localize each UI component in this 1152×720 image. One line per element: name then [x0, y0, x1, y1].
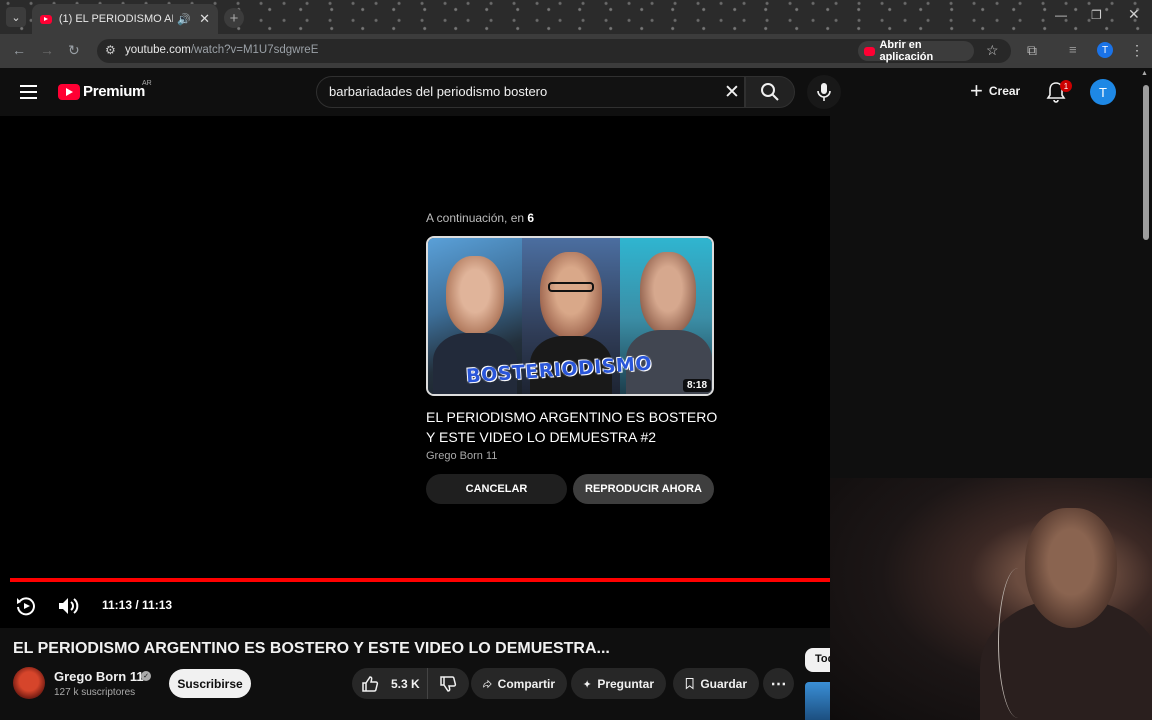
play-now-button[interactable]: REPRODUCIR AHORA: [573, 474, 714, 504]
like-dislike-group: 5.3 K: [352, 668, 469, 699]
thumbs-up-icon: [362, 675, 379, 692]
speaker-icon[interactable]: 🔊: [177, 13, 191, 26]
ask-label: Preguntar: [597, 676, 654, 691]
microphone-icon: [817, 83, 831, 101]
share-arrow-icon: [483, 679, 492, 688]
like-count: 5.3 K: [391, 676, 420, 691]
clear-search-icon[interactable]: ✕: [724, 81, 740, 104]
cancel-autoplay-button[interactable]: CANCELAR: [426, 474, 567, 504]
bookmark-icon: [685, 678, 694, 690]
save-label: Guardar: [700, 676, 747, 691]
plus-icon: +: [970, 78, 983, 103]
subscribe-button[interactable]: Suscribirse: [169, 669, 251, 698]
video-progress-bar[interactable]: [10, 578, 830, 582]
related-video-thumbnail[interactable]: [805, 682, 831, 720]
up-next-title[interactable]: EL PERIODISMO ARGENTINO ES BOSTERO Y EST…: [426, 407, 726, 447]
dislike-button[interactable]: [428, 668, 468, 699]
browser-tab-active[interactable]: (1) EL PERIODISMO ARGENTINO ES BOSTERO Y…: [32, 4, 218, 34]
search-query-text[interactable]: barbariadades del periodismo bostero: [329, 84, 547, 99]
save-button[interactable]: Guardar: [673, 668, 759, 699]
bookmark-star-icon[interactable]: ☆: [986, 42, 999, 59]
up-next-label: A continuación, en: [426, 211, 525, 225]
time-display: 11:13 / 11:13: [102, 598, 173, 612]
more-actions-icon[interactable]: ⋯: [763, 668, 794, 699]
close-window-icon[interactable]: ✕: [1128, 6, 1140, 23]
thumbs-down-icon: [440, 675, 457, 692]
search-button[interactable]: [745, 76, 795, 108]
verified-check-icon: ✓: [141, 671, 151, 681]
subscriber-count: 127 k suscriptores: [54, 687, 136, 698]
up-next-channel[interactable]: Grego Born 11: [426, 450, 497, 462]
url-host: youtube.com: [125, 44, 191, 56]
back-arrow-icon[interactable]: ←: [12, 42, 26, 58]
volume-button[interactable]: [57, 596, 79, 621]
tab-search-button[interactable]: ⌄: [6, 7, 26, 27]
country-code: AR: [142, 80, 152, 87]
notification-badge: 1: [1060, 80, 1072, 92]
scrollbar-thumb[interactable]: [1143, 85, 1149, 240]
youtube-app-icon: [864, 46, 876, 56]
create-button[interactable]: + Crear: [970, 78, 1021, 103]
voice-search-button[interactable]: [807, 75, 841, 109]
tab-title: (1) EL PERIODISMO ARGENTINO ES BOSTERO Y…: [58, 13, 174, 25]
hamburger-menu-icon[interactable]: [20, 85, 37, 99]
sparkle-icon: [583, 679, 592, 688]
open-in-app-label: Abrir en aplicación: [879, 39, 934, 63]
up-next-countdown-label: A continuación, en 6: [426, 211, 534, 225]
minimize-window-icon[interactable]: —: [1055, 8, 1067, 22]
replay-icon: [17, 597, 35, 616]
browser-menu-icon[interactable]: ⋮: [1130, 42, 1144, 59]
new-tab-button[interactable]: +: [224, 8, 244, 28]
replay-button[interactable]: [15, 595, 37, 622]
account-avatar[interactable]: T: [1090, 79, 1116, 105]
channel-name[interactable]: Grego Born 11: [54, 669, 144, 684]
url-text[interactable]: youtube.com/watch?v=M1U7sdgwreE: [125, 44, 318, 56]
restore-window-icon[interactable]: ❐: [1091, 8, 1102, 22]
youtube-favicon-icon: [40, 14, 52, 24]
scroll-up-arrow-icon[interactable]: ▲: [1141, 70, 1148, 77]
countdown-value: 6: [527, 211, 535, 225]
volume-icon: [59, 598, 79, 614]
forward-arrow-icon[interactable]: →: [40, 42, 54, 58]
create-label: Crear: [988, 84, 1021, 98]
youtube-brand[interactable]: Premium: [83, 83, 145, 100]
share-button[interactable]: Compartir: [471, 668, 567, 699]
video-title: EL PERIODISMO ARGENTINO ES BOSTERO Y EST…: [13, 640, 610, 657]
close-tab-icon[interactable]: ✕: [199, 11, 210, 27]
share-label: Compartir: [497, 676, 555, 691]
reload-icon[interactable]: ↻: [68, 42, 80, 59]
webcam-overlay: [830, 478, 1152, 720]
extensions-icon[interactable]: ⧉: [1027, 42, 1037, 59]
ask-button[interactable]: Preguntar: [571, 668, 666, 699]
like-button[interactable]: 5.3 K: [352, 668, 428, 699]
channel-avatar[interactable]: [13, 667, 45, 699]
search-icon: [761, 83, 779, 101]
media-controls-icon[interactable]: ≡: [1069, 42, 1077, 57]
url-path: /watch?v=M1U7sdgwreE: [190, 44, 319, 56]
site-info-icon[interactable]: ⚙: [105, 43, 116, 57]
video-duration-badge: 8:18: [683, 379, 712, 392]
browser-profile-avatar[interactable]: T: [1097, 42, 1113, 58]
youtube-logo-icon[interactable]: [58, 84, 80, 100]
open-in-app-button[interactable]: Abrir en aplicación: [858, 39, 974, 63]
